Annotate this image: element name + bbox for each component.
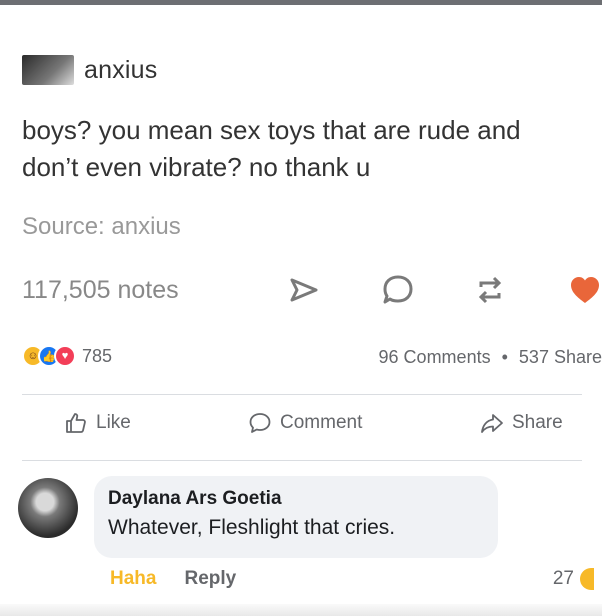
reaction-summary[interactable]: ☺ 👍 ♥ 785 [22,345,112,367]
reblog-icon[interactable] [472,272,508,308]
divider [22,460,582,461]
reaction-count: 785 [82,345,113,366]
comment-icon [249,413,271,433]
comment-author[interactable]: Daylana Ars Goetia [108,488,484,510]
post-text: boys? you mean sex toys that are rude an… [22,115,521,182]
comment-label: Comment [280,412,363,433]
commenter-avatar[interactable] [18,478,78,538]
share-arrow-icon[interactable] [286,272,322,308]
action-bar: Like Comment Share [22,405,582,449]
comments-count[interactable]: 96 Comments [379,347,491,368]
comment-button[interactable]: Comment [248,411,362,435]
reply-button[interactable]: Reply [184,568,236,590]
shares-count[interactable]: 537 Share [519,347,602,368]
post-source[interactable]: Source: anxius [22,213,181,241]
bottom-edge [0,604,602,616]
thumbs-up-icon [66,413,86,433]
top-divider [0,0,602,5]
comment-reaction-count[interactable]: 27 [553,568,594,590]
engagement-counts: 96 Comments • 537 Share [379,347,602,368]
user-avatar[interactable] [22,55,74,85]
post-footer: 117,505 notes [22,272,602,312]
heart-icon[interactable] [567,272,602,308]
comment-reaction-number: 27 [552,568,574,589]
comment-text: Whatever, Fleshlight that cries. [108,516,396,539]
comment-bubble: Daylana Ars Goetia Whatever, Fleshlight … [94,476,498,558]
notes-count[interactable]: 117,505 notes [22,276,179,305]
divider [22,394,582,395]
reply-bubble-icon[interactable] [380,272,416,308]
share-button[interactable]: Share [480,411,563,435]
share-icon [481,414,503,433]
love-reaction-icon: ♥ [54,345,76,367]
comment-actions: Haha Reply [110,568,236,590]
like-label: Like [96,412,131,433]
post-username[interactable]: anxius [84,56,157,85]
like-button[interactable]: Like [64,411,131,435]
haha-reaction-button[interactable]: Haha [110,568,156,590]
share-label: Share [512,412,563,433]
separator-dot: • [501,347,508,367]
haha-emoji-icon [580,568,594,590]
post-header: anxius [22,52,157,88]
